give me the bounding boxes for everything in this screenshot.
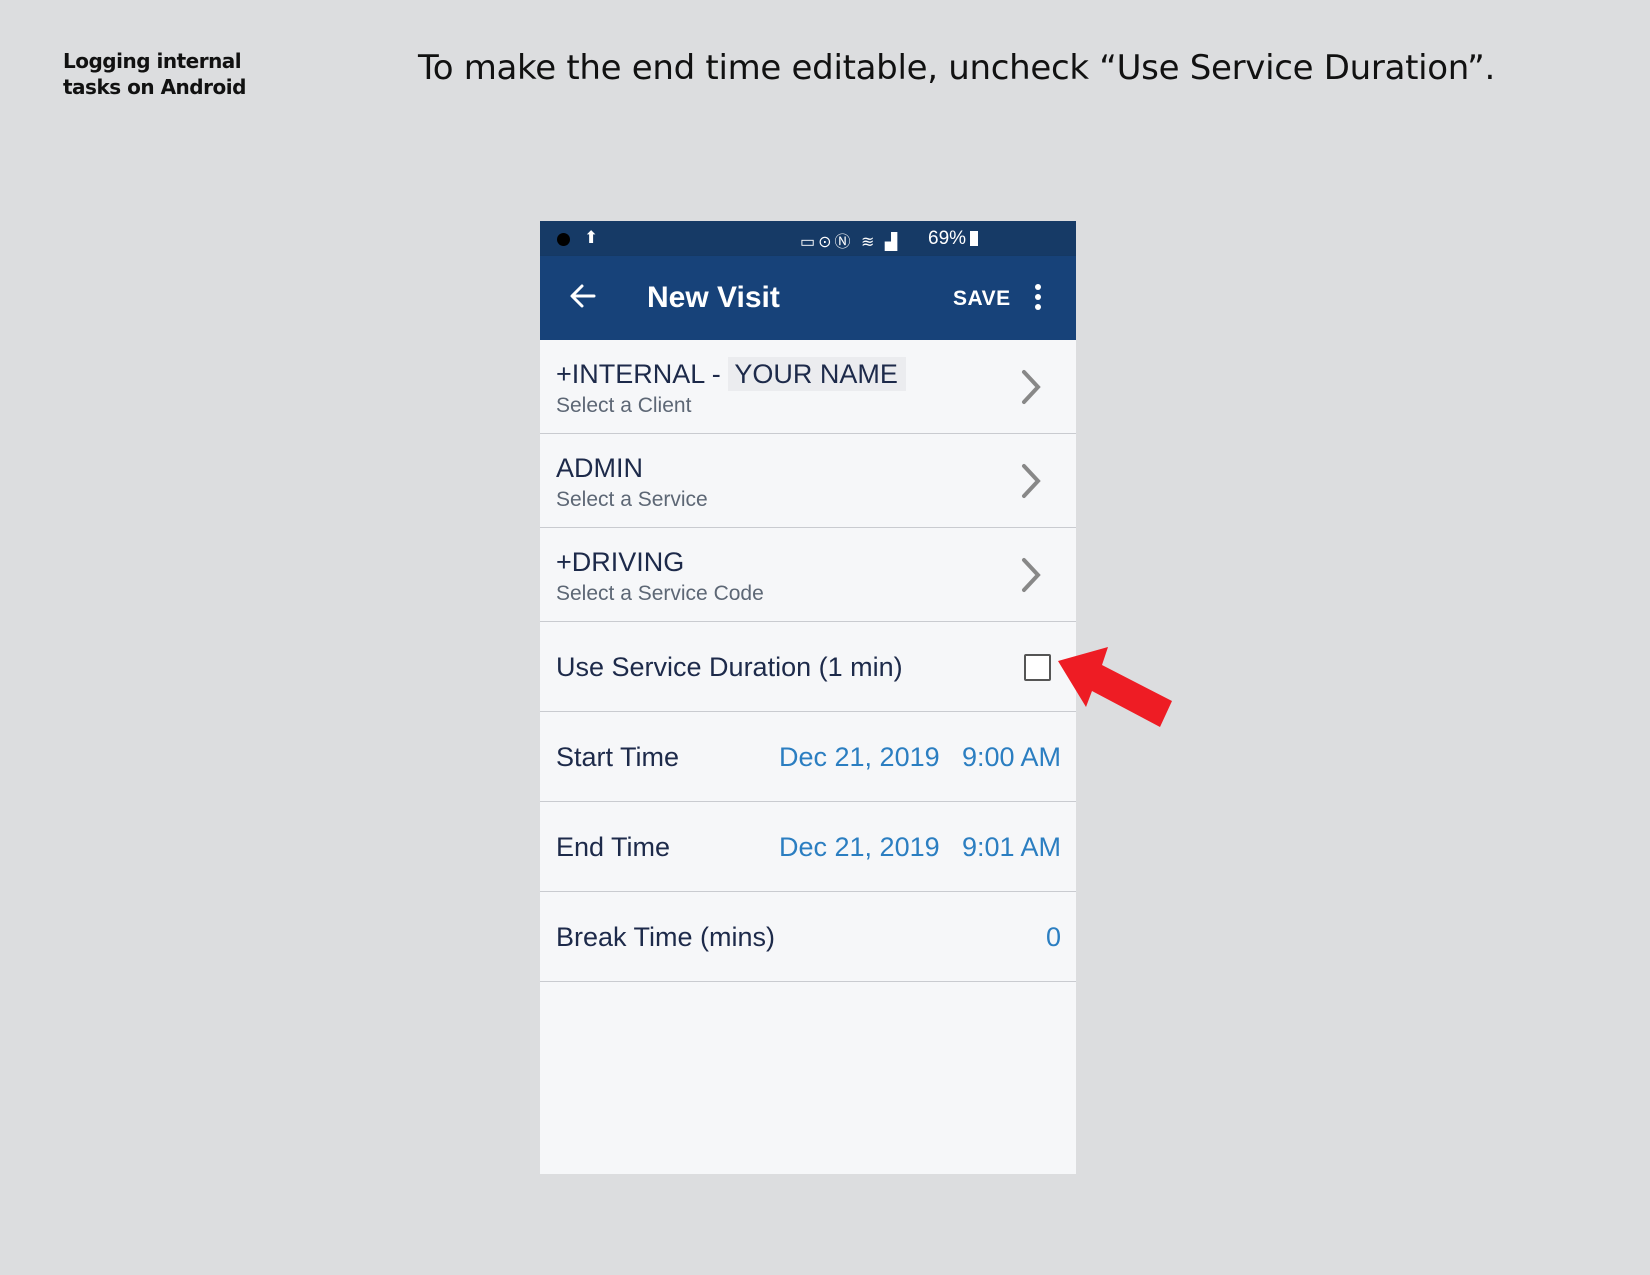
save-button[interactable]: SAVE bbox=[953, 284, 1011, 314]
break-time-label: Break Time (mins) bbox=[556, 922, 776, 952]
battery-percent: 69% bbox=[928, 228, 967, 249]
chevron-right-icon bbox=[1022, 370, 1041, 404]
back-arrow-icon[interactable] bbox=[568, 276, 598, 316]
status-bar: ⬆ ▭⊙Ⓝ ≋ ▟ 69% bbox=[540, 221, 1076, 256]
instruction-headline: To make the end time editable, uncheck “… bbox=[418, 48, 1496, 88]
page-title: New Visit bbox=[647, 281, 780, 314]
client-name: YOUR NAME bbox=[728, 357, 906, 391]
status-icons: ▭⊙Ⓝ ≋ ▟ bbox=[800, 234, 901, 251]
client-selector[interactable]: +INTERNAL - YOUR NAME Select a Client bbox=[540, 340, 1076, 434]
start-time-picker[interactable]: 9:00 AM bbox=[962, 740, 1061, 774]
end-date-picker[interactable]: Dec 21, 2019 bbox=[779, 830, 940, 864]
upload-icon: ⬆ bbox=[584, 228, 599, 247]
service-selector[interactable]: ADMIN Select a Service bbox=[540, 434, 1076, 528]
client-prefix: +INTERNAL - bbox=[556, 359, 721, 389]
start-date-picker[interactable]: Dec 21, 2019 bbox=[779, 740, 940, 774]
battery-indicator: 69% bbox=[928, 228, 979, 250]
end-time-row: End Time Dec 21, 2019 9:01 AM bbox=[540, 802, 1076, 892]
red-pointer-arrow bbox=[1058, 647, 1172, 727]
battery-icon bbox=[970, 231, 979, 246]
service-code-selector[interactable]: +DRIVING Select a Service Code bbox=[540, 528, 1076, 622]
document-side-title: Logging internal tasks on Android bbox=[63, 49, 246, 99]
use-service-duration-label: Use Service Duration (1 min) bbox=[556, 652, 903, 682]
client-value: +INTERNAL - YOUR NAME bbox=[556, 357, 906, 391]
service-hint: Select a Service bbox=[556, 488, 708, 511]
break-time-row: Break Time (mins) 0 bbox=[540, 892, 1076, 982]
use-service-duration-checkbox[interactable] bbox=[1024, 654, 1051, 681]
use-service-duration-row[interactable]: Use Service Duration (1 min) bbox=[540, 622, 1076, 712]
phone-screen: ⬆ ▭⊙Ⓝ ≋ ▟ 69% New Visit SAVE +INTERNAL -… bbox=[540, 221, 1076, 1174]
start-time-row: Start Time Dec 21, 2019 9:00 AM bbox=[540, 712, 1076, 802]
service-value: ADMIN bbox=[556, 453, 643, 483]
client-hint: Select a Client bbox=[556, 394, 692, 417]
app-bar: New Visit SAVE bbox=[540, 256, 1076, 340]
service-code-hint: Select a Service Code bbox=[556, 582, 764, 605]
end-time-label: End Time bbox=[556, 832, 671, 862]
chevron-right-icon bbox=[1022, 558, 1041, 592]
service-code-value: +DRIVING bbox=[556, 547, 685, 577]
start-time-label: Start Time bbox=[556, 742, 680, 772]
end-time-picker[interactable]: 9:01 AM bbox=[962, 830, 1061, 864]
notification-dot-icon bbox=[557, 233, 570, 246]
break-time-input[interactable]: 0 bbox=[1046, 920, 1061, 954]
more-vert-icon[interactable] bbox=[1033, 284, 1043, 314]
chevron-right-icon bbox=[1022, 464, 1041, 498]
